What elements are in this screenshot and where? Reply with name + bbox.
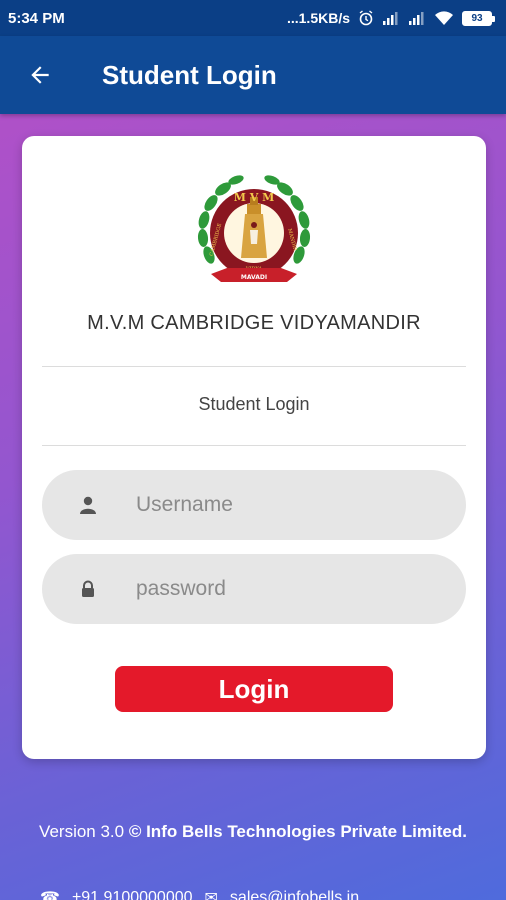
status-icons: ...1.5KB/s 93 — [286, 10, 495, 26]
status-time: 5:34 PM — [8, 9, 65, 27]
signal-icon — [408, 11, 426, 25]
contact-email[interactable]: sales@infobells.in — [230, 889, 359, 900]
school-logo: M V M CAMBRIDGE MANDIR VIDYA MAVADI — [189, 170, 319, 300]
mail-icon: ✉ — [204, 890, 218, 900]
password-input[interactable] — [136, 577, 436, 601]
school-name: M.V.M CAMBRIDGE VIDYAMANDIR — [87, 312, 421, 334]
alarm-icon — [358, 10, 374, 26]
contact-phone[interactable]: +91 9100000000 — [72, 889, 193, 900]
login-card: M V M CAMBRIDGE MANDIR VIDYA MAVADI M.V.… — [22, 136, 486, 759]
signal-icon — [382, 11, 400, 25]
login-button[interactable]: Login — [115, 666, 393, 712]
company-name: Info Bells Technologies Private Limited. — [141, 822, 467, 841]
contact-row: ☎ +91 9100000000 ✉ sales@infobells.in — [40, 888, 470, 900]
status-bar: 5:34 PM ...1.5KB/s 93 — [0, 0, 506, 36]
footer: Version 3.0 © Info Bells Technologies Pr… — [30, 818, 476, 846]
password-field[interactable] — [42, 554, 466, 624]
lock-icon — [80, 580, 120, 598]
user-icon — [80, 496, 120, 514]
page-title: Student Login — [102, 59, 277, 90]
back-button[interactable] — [0, 36, 80, 114]
network-speed: ...1.5KB/s — [286, 10, 350, 26]
section-title: Student Login — [198, 394, 310, 414]
battery-icon: 93 — [462, 10, 495, 26]
logo-ribbon-text: MAVADI — [241, 274, 267, 281]
divider — [42, 366, 466, 367]
phone-icon: ☎ — [40, 890, 60, 900]
wifi-icon — [434, 10, 454, 26]
version-text: Version 3.0 — [39, 822, 129, 841]
logo-text-top: M V M — [234, 191, 275, 204]
copyright-symbol: © — [128, 822, 142, 841]
username-input[interactable] — [136, 493, 436, 517]
divider — [42, 445, 466, 446]
arrow-left-icon — [31, 66, 49, 84]
username-field[interactable] — [42, 470, 466, 540]
app-bar: Student Login — [0, 36, 506, 114]
